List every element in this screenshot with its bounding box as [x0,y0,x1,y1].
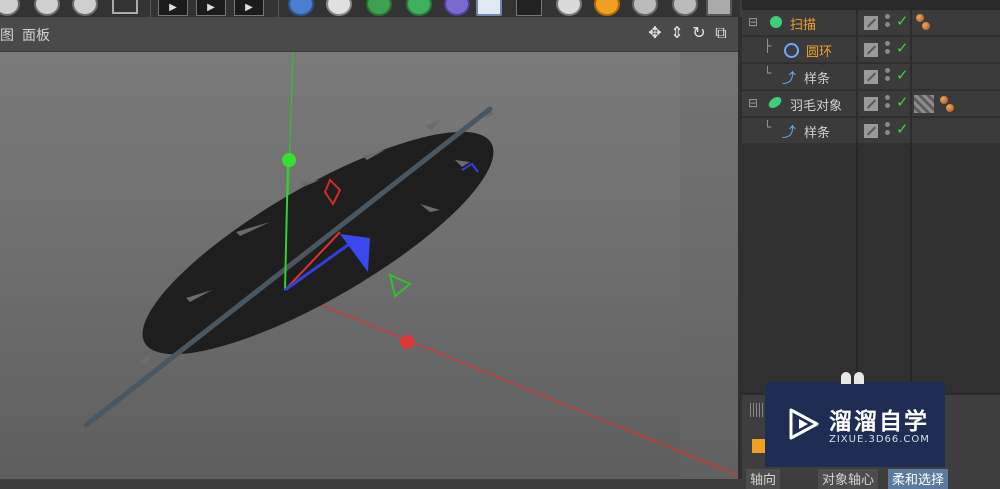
redo-icon[interactable] [34,0,60,16]
play-logo-icon [789,408,819,440]
object-manager-header [742,0,1000,10]
tab-soft-selection[interactable]: 柔和选择 [888,469,949,489]
logo-ear-icon [841,372,865,384]
spline-icon: ⤴ [782,125,796,141]
zoom-view-icon[interactable]: ⇕ [668,23,686,43]
column-divider [910,64,912,90]
tab-axis[interactable]: 轴向 [746,469,781,489]
phong-tag-icon[interactable] [922,22,930,30]
object-name[interactable]: 扫描 [790,14,816,33]
layer-icon[interactable] [864,70,878,84]
material-tag-icon[interactable] [914,95,934,113]
visibility-dots-icon[interactable] [885,122,891,140]
tree-line-icon: └ [764,66,772,80]
grip-icon[interactable] [750,403,764,417]
array-icon[interactable] [406,0,432,16]
column-divider [856,64,858,90]
column-divider [856,118,858,144]
phong-tag-icon[interactable] [940,96,948,104]
phong-tag-icon[interactable] [916,14,924,22]
cube-icon[interactable] [288,0,314,16]
rotate-view-icon[interactable]: ↻ [690,23,708,43]
render-picture-icon[interactable]: ▶ [196,0,226,16]
sky-icon[interactable] [594,0,620,16]
x-axis-handle[interactable] [400,335,414,349]
layer-icon[interactable] [864,97,878,111]
enabled-check-icon[interactable]: ✓ [896,120,909,138]
history-icon[interactable] [72,0,98,16]
layer-icon[interactable] [864,43,878,57]
column-divider [910,37,912,63]
toolbar-divider [150,0,151,17]
object-name[interactable]: 样条 [804,122,830,141]
3d-viewport[interactable] [0,52,738,479]
spline-pen-icon[interactable] [326,0,352,16]
object-row-spline-2[interactable]: └ ⤴ 样条 ✓ [742,118,1000,144]
circle-spline-icon [784,43,799,58]
viewport-safe-frame [680,52,738,479]
enabled-check-icon[interactable]: ✓ [896,93,909,111]
y-axis-handle[interactable] [282,153,296,167]
floor-icon[interactable] [476,0,502,16]
layer-icon[interactable] [864,124,878,138]
viewport-menu-bar: 视图 面板 ✥ ⇕ ↻ ⧉ [0,17,740,52]
object-list-empty-area[interactable] [742,145,1000,391]
tab-object-axis[interactable]: 对象轴心 [818,469,879,489]
tree-line-icon: ├ [764,39,772,53]
light-icon[interactable] [556,0,582,16]
enabled-check-icon[interactable]: ✓ [896,39,909,57]
render-view-icon[interactable]: ▶ [158,0,188,16]
transform-icon[interactable] [112,0,138,14]
visibility-dots-icon[interactable] [885,68,891,86]
visibility-dots-icon[interactable] [885,14,891,32]
column-divider [856,91,858,117]
undo-icon[interactable] [0,0,20,16]
watermark-url: ZIXUE.3D66.COM [829,434,930,445]
mode-icon[interactable] [752,439,766,453]
main-toolbar: ▶ ▶ ▶ [0,0,740,17]
phong-tag-icon[interactable] [946,104,954,112]
column-divider [856,10,858,36]
feather-icon [766,94,784,111]
deformer-icon[interactable] [444,0,470,16]
collapse-toggle-icon[interactable]: ⊟ [748,15,758,29]
column-divider [910,91,912,117]
menu-panel[interactable]: 面板 [22,25,50,45]
camera-icon[interactable] [516,0,542,16]
menu-view[interactable]: 视图 [0,25,14,45]
watermark-logo: 溜溜自学 ZIXUE.3D66.COM [765,382,945,467]
toolbar-divider [278,0,279,17]
visibility-dots-icon[interactable] [885,95,891,113]
viewport-scene [83,52,738,479]
feather-object[interactable] [83,95,519,428]
tag-icon[interactable] [632,0,658,16]
spline-icon: ⤴ [782,71,796,87]
object-row-sweep[interactable]: ⊟ 扫描 ✓ [742,10,1000,36]
sweep-icon [770,16,782,28]
object-name[interactable]: 样条 [804,68,830,87]
x-axis-line [284,289,738,476]
tree-line-icon: └ [764,120,772,134]
visibility-dots-icon[interactable] [885,41,891,59]
snap-icon[interactable] [672,0,698,16]
layer-icon[interactable] [864,16,878,30]
render-settings-icon[interactable]: ▶ [234,0,264,16]
subdivision-icon[interactable] [366,0,392,16]
collapse-toggle-icon[interactable]: ⊟ [748,96,758,110]
workplane-icon[interactable] [706,0,732,16]
move-view-icon[interactable]: ✥ [646,23,664,43]
enabled-check-icon[interactable]: ✓ [896,12,909,30]
column-divider [910,118,912,144]
object-row-feather[interactable]: ⊟ 羽毛对象 ✓ [742,91,1000,117]
enabled-check-icon[interactable]: ✓ [896,66,909,84]
switch-view-icon[interactable]: ⧉ [712,23,730,43]
watermark-title: 溜溜自学 [829,409,929,435]
object-row-circle[interactable]: ├ 圆环 ✓ [742,37,1000,63]
object-name[interactable]: 羽毛对象 [790,95,842,114]
column-divider [910,10,912,36]
yz-plane-handle[interactable] [388,273,412,298]
object-name[interactable]: 圆环 [806,41,832,60]
column-divider [856,37,858,63]
object-row-spline[interactable]: └ ⤴ 样条 ✓ [742,64,1000,90]
